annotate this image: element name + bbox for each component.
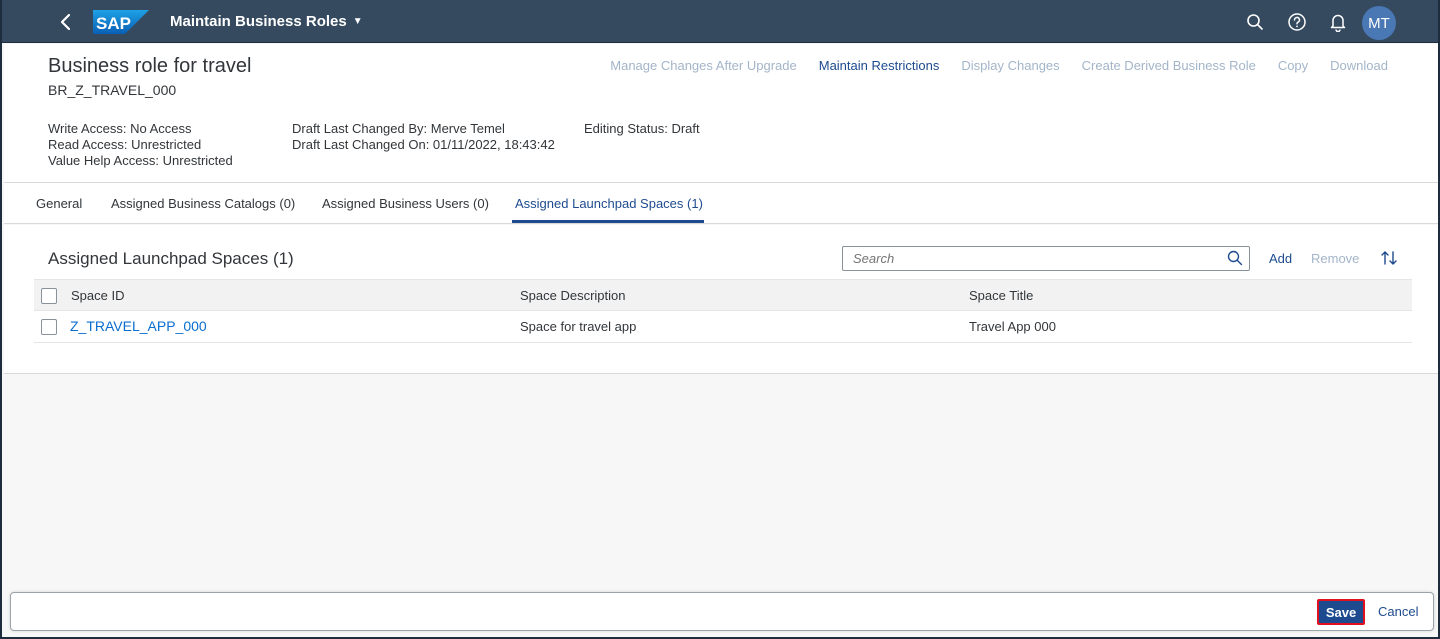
save-button[interactable]: Save (1317, 599, 1365, 625)
user-avatar[interactable]: MT (1362, 6, 1396, 40)
tab-assigned-launchpad-spaces[interactable]: Assigned Launchpad Spaces (1) (515, 196, 703, 211)
page-subtitle: BR_Z_TRAVEL_000 (48, 82, 177, 98)
tab-general[interactable]: General (36, 196, 82, 211)
avatar-initials: MT (1368, 14, 1390, 32)
value-help-access-attr: Value Help Access: Unrestricted (48, 153, 233, 168)
download-button[interactable]: Download (1330, 58, 1388, 73)
header-actions: Manage Changes After Upgrade Maintain Re… (610, 58, 1388, 73)
notification-bell-icon[interactable] (1327, 11, 1349, 33)
remove-button[interactable]: Remove (1311, 251, 1359, 266)
select-all-checkbox[interactable] (41, 288, 57, 304)
space-title-cell: Travel App 000 (969, 319, 1056, 334)
manage-changes-after-upgrade-button[interactable]: Manage Changes After Upgrade (610, 58, 796, 73)
draft-attributes: Draft Last Changed By: Merve Temel Draft… (292, 121, 555, 153)
column-header-space-description[interactable]: Space Description (520, 288, 626, 303)
search-icon[interactable] (1227, 250, 1243, 266)
table-row[interactable]: Z_TRAVEL_APP_000 Space for travel app Tr… (34, 311, 1412, 343)
status-attributes: Editing Status: Draft (584, 121, 700, 137)
object-header: Business role for travel BR_Z_TRAVEL_000… (4, 44, 1438, 183)
column-header-space-title[interactable]: Space Title (969, 288, 1033, 303)
table-title: Assigned Launchpad Spaces (1) (48, 249, 294, 268)
shell-bar: SAP Maintain Business Roles ▼ MT (2, 0, 1438, 43)
space-id-link[interactable]: Z_TRAVEL_APP_000 (70, 318, 207, 334)
add-button[interactable]: Add (1269, 251, 1292, 266)
app-frame: SAP Maintain Business Roles ▼ MT Busines… (0, 0, 1440, 639)
tab-bar: General Assigned Business Catalogs (0) A… (4, 183, 1438, 224)
column-header-space-id[interactable]: Space ID (71, 288, 124, 303)
cancel-button[interactable]: Cancel (1378, 604, 1418, 619)
launchpad-spaces-section: Assigned Launchpad Spaces (1) Add Remove… (4, 225, 1438, 374)
tab-assigned-business-users[interactable]: Assigned Business Users (0) (322, 196, 489, 211)
sort-icon[interactable] (1380, 249, 1398, 267)
draft-changed-on-attr: Draft Last Changed On: 01/11/2022, 18:43… (292, 137, 555, 152)
help-icon[interactable] (1286, 11, 1308, 33)
editing-status-attr: Editing Status: Draft (584, 121, 700, 136)
write-access-attr: Write Access: No Access (48, 121, 192, 136)
footer-toolbar: Save Cancel (10, 592, 1434, 631)
active-tab-indicator (512, 220, 704, 223)
display-changes-button[interactable]: Display Changes (961, 58, 1059, 73)
maintain-restrictions-button[interactable]: Maintain Restrictions (819, 58, 940, 73)
sap-logo-text: SAP (96, 14, 131, 33)
caret-down-icon: ▼ (352, 16, 363, 27)
app-title-menu[interactable]: Maintain Business Roles ▼ (170, 13, 363, 30)
access-attributes: Write Access: No Access Read Access: Unr… (48, 121, 233, 169)
row-checkbox[interactable] (41, 319, 57, 335)
search-icon[interactable] (1244, 11, 1266, 33)
create-derived-business-role-button[interactable]: Create Derived Business Role (1082, 58, 1256, 73)
search-input[interactable] (843, 247, 1223, 270)
table-header: Space ID Space Description Space Title (34, 279, 1412, 311)
draft-changed-by-attr: Draft Last Changed By: Merve Temel (292, 121, 505, 136)
app-title: Maintain Business Roles (170, 13, 347, 30)
page-title: Business role for travel (48, 55, 252, 77)
sap-logo[interactable]: SAP (93, 10, 149, 34)
back-icon[interactable] (56, 11, 76, 33)
read-access-attr: Read Access: Unrestricted (48, 137, 202, 152)
search-field (842, 246, 1250, 271)
tab-assigned-business-catalogs[interactable]: Assigned Business Catalogs (0) (111, 196, 295, 211)
space-description-cell: Space for travel app (520, 319, 637, 334)
copy-button[interactable]: Copy (1278, 58, 1308, 73)
